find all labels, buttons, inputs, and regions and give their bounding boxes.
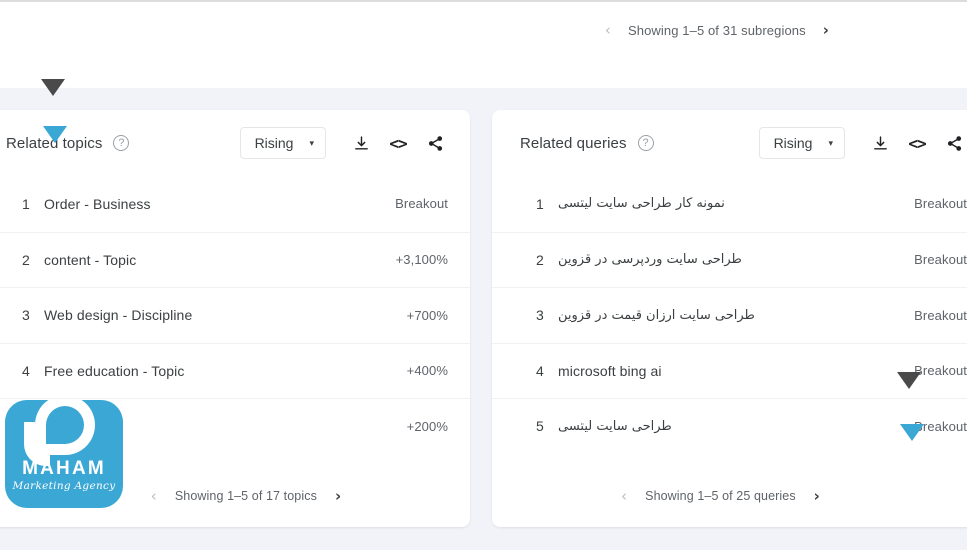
related-queries-header: Related queries ? Rising ▾ <>: [492, 110, 967, 176]
row-label: طراحی سایت لیتسی: [558, 418, 672, 434]
embed-code-icon[interactable]: <>: [385, 130, 411, 156]
row-rank: 2: [536, 251, 544, 268]
related-queries-actions: <>: [867, 130, 967, 156]
related-queries-title: Related queries: [520, 134, 627, 152]
row-value: Breakout: [914, 252, 967, 268]
chevron-right-icon[interactable]: ›: [823, 23, 829, 38]
table-row[interactable]: 2 طراحی سایت وردپرسی در قزوین Breakout: [492, 231, 967, 288]
table-row[interactable]: 2 content - Topic +3,100%: [0, 231, 470, 288]
row-label: Free education - Topic: [44, 362, 185, 379]
row-value: +700%: [406, 307, 448, 323]
help-icon[interactable]: ?: [113, 135, 130, 151]
related-queries-pagination-label: Showing 1–5 of 25 queries: [645, 489, 796, 503]
cursor-marker-top: [41, 79, 65, 96]
download-icon[interactable]: [348, 130, 374, 156]
row-rank: 4: [22, 362, 30, 379]
chevron-down-icon: ▾: [828, 137, 833, 148]
sort-selected-value: Rising: [773, 135, 813, 151]
table-row[interactable]: 4 microsoft bing ai Breakout: [492, 342, 967, 399]
row-rank: 1: [22, 195, 30, 212]
row-rank: 4: [536, 362, 544, 379]
table-row[interactable]: 1 Order - Business Breakout: [0, 176, 470, 232]
table-row[interactable]: 5 طراحی سایت لیتسی Breakout: [492, 398, 967, 454]
logo-tagline: Marketing Agency: [12, 480, 116, 492]
share-icon[interactable]: [422, 130, 448, 156]
download-icon[interactable]: [867, 130, 893, 156]
row-value: Breakout: [914, 307, 967, 323]
cursor-marker-query-row-5: [900, 424, 924, 441]
cursor-marker-related-topics: [43, 126, 67, 143]
row-rank: 5: [536, 418, 544, 435]
related-queries-card: Related queries ? Rising ▾ <> 1 نمونه کا…: [492, 110, 967, 527]
chevron-left-icon[interactable]: ‹: [151, 488, 157, 504]
row-rank: 1: [536, 195, 544, 212]
row-label: Order - Business: [44, 195, 151, 212]
maham-watermark-logo: MAHAM Marketing Agency: [5, 400, 123, 508]
row-value: +3,100%: [395, 252, 448, 268]
table-row[interactable]: 3 Web design - Discipline +700%: [0, 287, 470, 343]
chevron-left-icon[interactable]: ‹: [621, 488, 627, 504]
row-label: نمونه کار طراحی سایت لیتسی: [558, 196, 725, 212]
row-value: +200%: [406, 418, 448, 434]
table-row[interactable]: 1 نمونه کار طراحی سایت لیتسی Breakout: [492, 176, 967, 232]
related-topics-sort-select[interactable]: Rising ▾: [239, 127, 326, 159]
subregion-pagination-label: Showing 1–5 of 31 subregions: [628, 23, 806, 38]
related-queries-sort-select[interactable]: Rising ▾: [758, 127, 845, 159]
row-value: +400%: [406, 363, 448, 379]
row-rank: 3: [536, 307, 544, 324]
chevron-down-icon: ▾: [309, 137, 314, 148]
related-topics-header: Related topics ? Rising ▾ <>: [0, 110, 470, 176]
related-topics-pagination-label: Showing 1–5 of 17 topics: [174, 489, 317, 503]
table-row[interactable]: 4 Free education - Topic +400%: [0, 342, 470, 399]
row-rank: 2: [22, 251, 30, 268]
subregion-pagination: ‹ Showing 1–5 of 31 subregions ›: [605, 23, 829, 39]
row-label: طراحی سایت ارزان قیمت در قزوین: [558, 307, 755, 323]
help-icon[interactable]: ?: [637, 135, 654, 151]
share-icon[interactable]: [941, 130, 967, 156]
row-value: Breakout: [914, 363, 967, 379]
table-row[interactable]: 3 طراحی سایت ارزان قیمت در قزوین Breakou…: [492, 287, 967, 343]
row-rank: 3: [22, 307, 30, 324]
chevron-right-icon[interactable]: ›: [814, 488, 820, 504]
logo-brand-name: MAHAM: [22, 458, 106, 479]
sort-selected-value: Rising: [254, 135, 294, 151]
row-value: Breakout: [914, 196, 967, 212]
top-strip: ‹ Showing 1–5 of 31 subregions ›: [0, 0, 967, 88]
row-value: Breakout: [395, 196, 448, 212]
embed-code-icon[interactable]: <>: [904, 130, 930, 156]
row-label: Web design - Discipline: [44, 307, 193, 324]
row-label: content - Topic: [44, 251, 137, 268]
cursor-marker-query-row-4: [897, 372, 921, 389]
row-label: microsoft bing ai: [558, 362, 662, 379]
chevron-right-icon[interactable]: ›: [335, 488, 341, 504]
related-queries-pagination: ‹ Showing 1–5 of 25 queries ›: [492, 465, 967, 527]
chevron-left-icon[interactable]: ‹: [605, 23, 611, 38]
row-label: طراحی سایت وردپرسی در قزوین: [558, 252, 742, 268]
related-topics-actions: <>: [348, 130, 448, 156]
